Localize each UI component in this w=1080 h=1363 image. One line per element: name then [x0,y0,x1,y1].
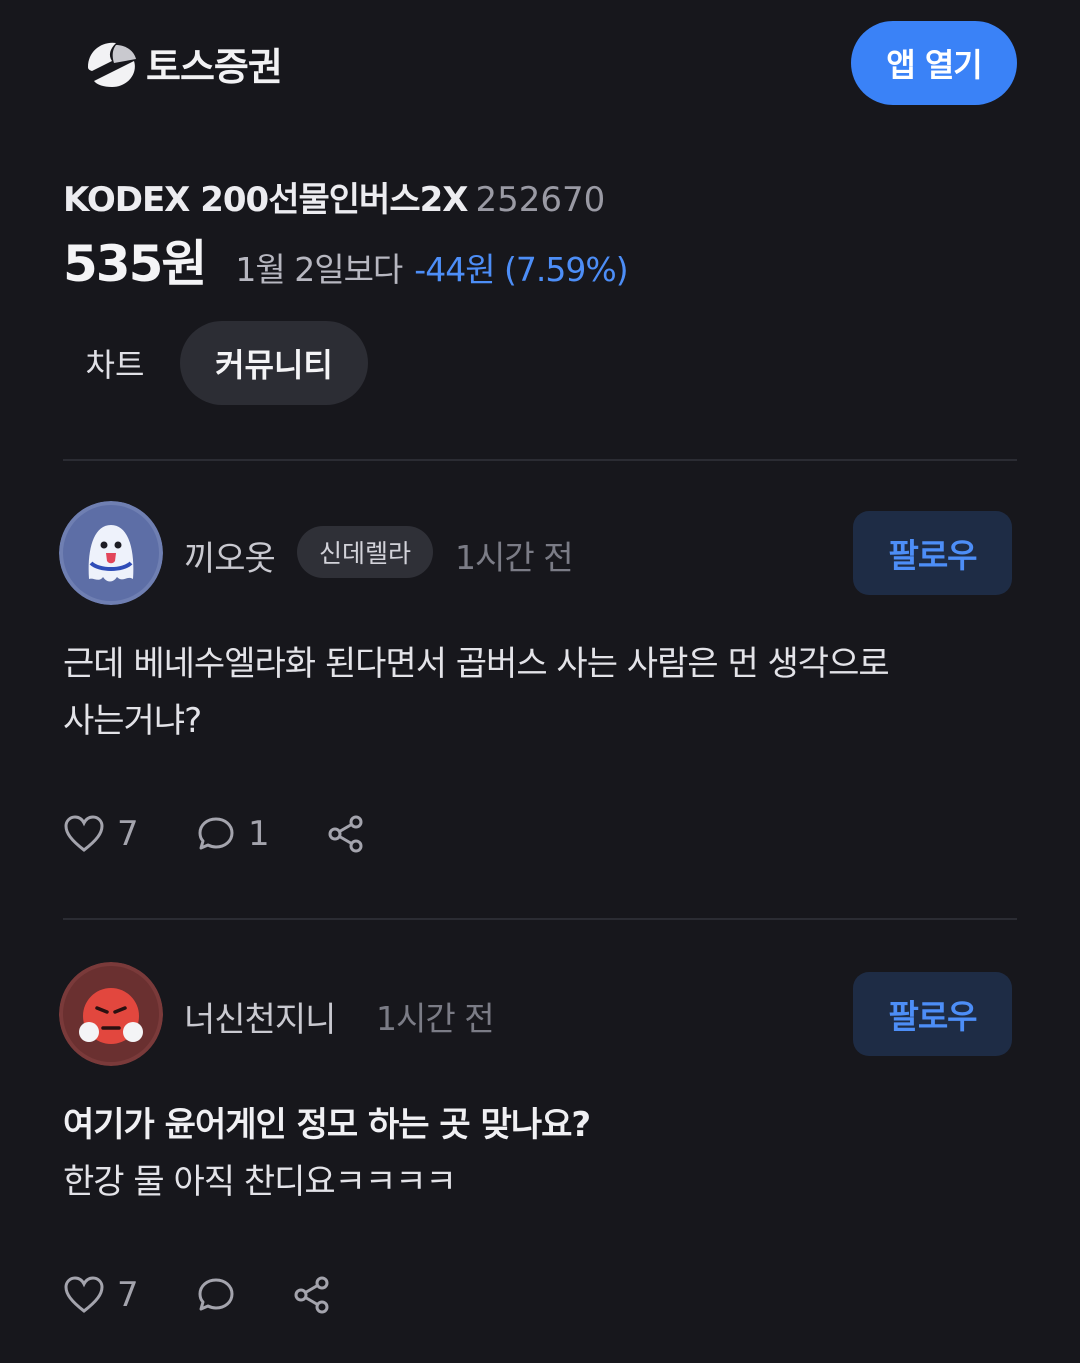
page: 토스증권 앱 열기 KODEX 200선물인버스2X 252670 535원 1월… [0,0,1080,1363]
brand-name: 토스증권 [146,45,283,89]
price-change: -44원 (7.59%) [414,250,628,289]
stock-code: 252670 [475,180,606,220]
avatar[interactable] [59,501,163,605]
stock-name: KODEX 200선물인버스2X [63,180,468,220]
like-action[interactable]: 7 [63,1275,139,1315]
follow-button[interactable]: 팔로우 [853,511,1012,595]
toss-logo-icon [82,37,140,91]
ghost-avatar-icon [59,501,163,605]
divider [63,918,1017,920]
share-action[interactable] [292,1275,332,1315]
compare-label: 1월 2일보다 [235,250,403,289]
price-row: 535원 1월 2일보다 -44원 (7.59%) [63,224,629,296]
stock-title: KODEX 200선물인버스2X 252670 [63,172,605,221]
post-time: 1시간 전 [455,538,574,577]
post-content[interactable]: 근데 베네수엘라화 된다면서 곱버스 사는 사람은 먼 생각으로 사는거냐? [63,636,1013,750]
share-icon [326,814,366,854]
post-time: 1시간 전 [376,999,495,1038]
like-action[interactable]: 7 [63,814,139,854]
brand[interactable]: 토스증권 [82,36,283,91]
header: 토스증권 앱 열기 [0,0,1080,130]
tab-community[interactable]: 커뮤니티 [180,321,368,405]
like-count: 7 [117,1275,139,1315]
post-author[interactable]: 끼오옷 [184,531,276,580]
open-app-button[interactable]: 앱 열기 [851,21,1017,105]
stock-price: 535원 [63,235,207,293]
tab-chart[interactable]: 차트 [63,321,167,405]
comment-icon [196,1275,236,1315]
post-text-line: 근데 베네수엘라화 된다면서 곱버스 사는 사람은 먼 생각으로 [63,644,890,684]
follow-button[interactable]: 팔로우 [853,972,1012,1056]
divider [63,459,1017,461]
heart-icon [63,1275,105,1315]
post-content[interactable]: 여기가 윤어게인 정모 하는 곳 맞나요? 한강 물 아직 찬디요ㅋㅋㅋㅋ [63,1097,1013,1211]
comment-action[interactable]: 1 [196,814,270,854]
heart-icon [63,814,105,854]
post-author[interactable]: 너신천지니 [184,992,336,1041]
angry-face-avatar-icon [59,962,163,1066]
comment-icon [196,814,236,854]
post-title: 여기가 윤어게인 정모 하는 곳 맞나요? [63,1105,591,1145]
post-text-line: 한강 물 아직 찬디요ㅋㅋㅋㅋ [63,1162,457,1202]
share-icon [292,1275,332,1315]
comment-action[interactable] [196,1275,236,1315]
author-badge: 신데렐라 [297,526,433,578]
post-text-line: 사는거냐? [63,701,202,741]
like-count: 7 [117,814,139,854]
comment-count: 1 [248,814,270,854]
share-action[interactable] [326,814,366,854]
avatar[interactable] [59,962,163,1066]
